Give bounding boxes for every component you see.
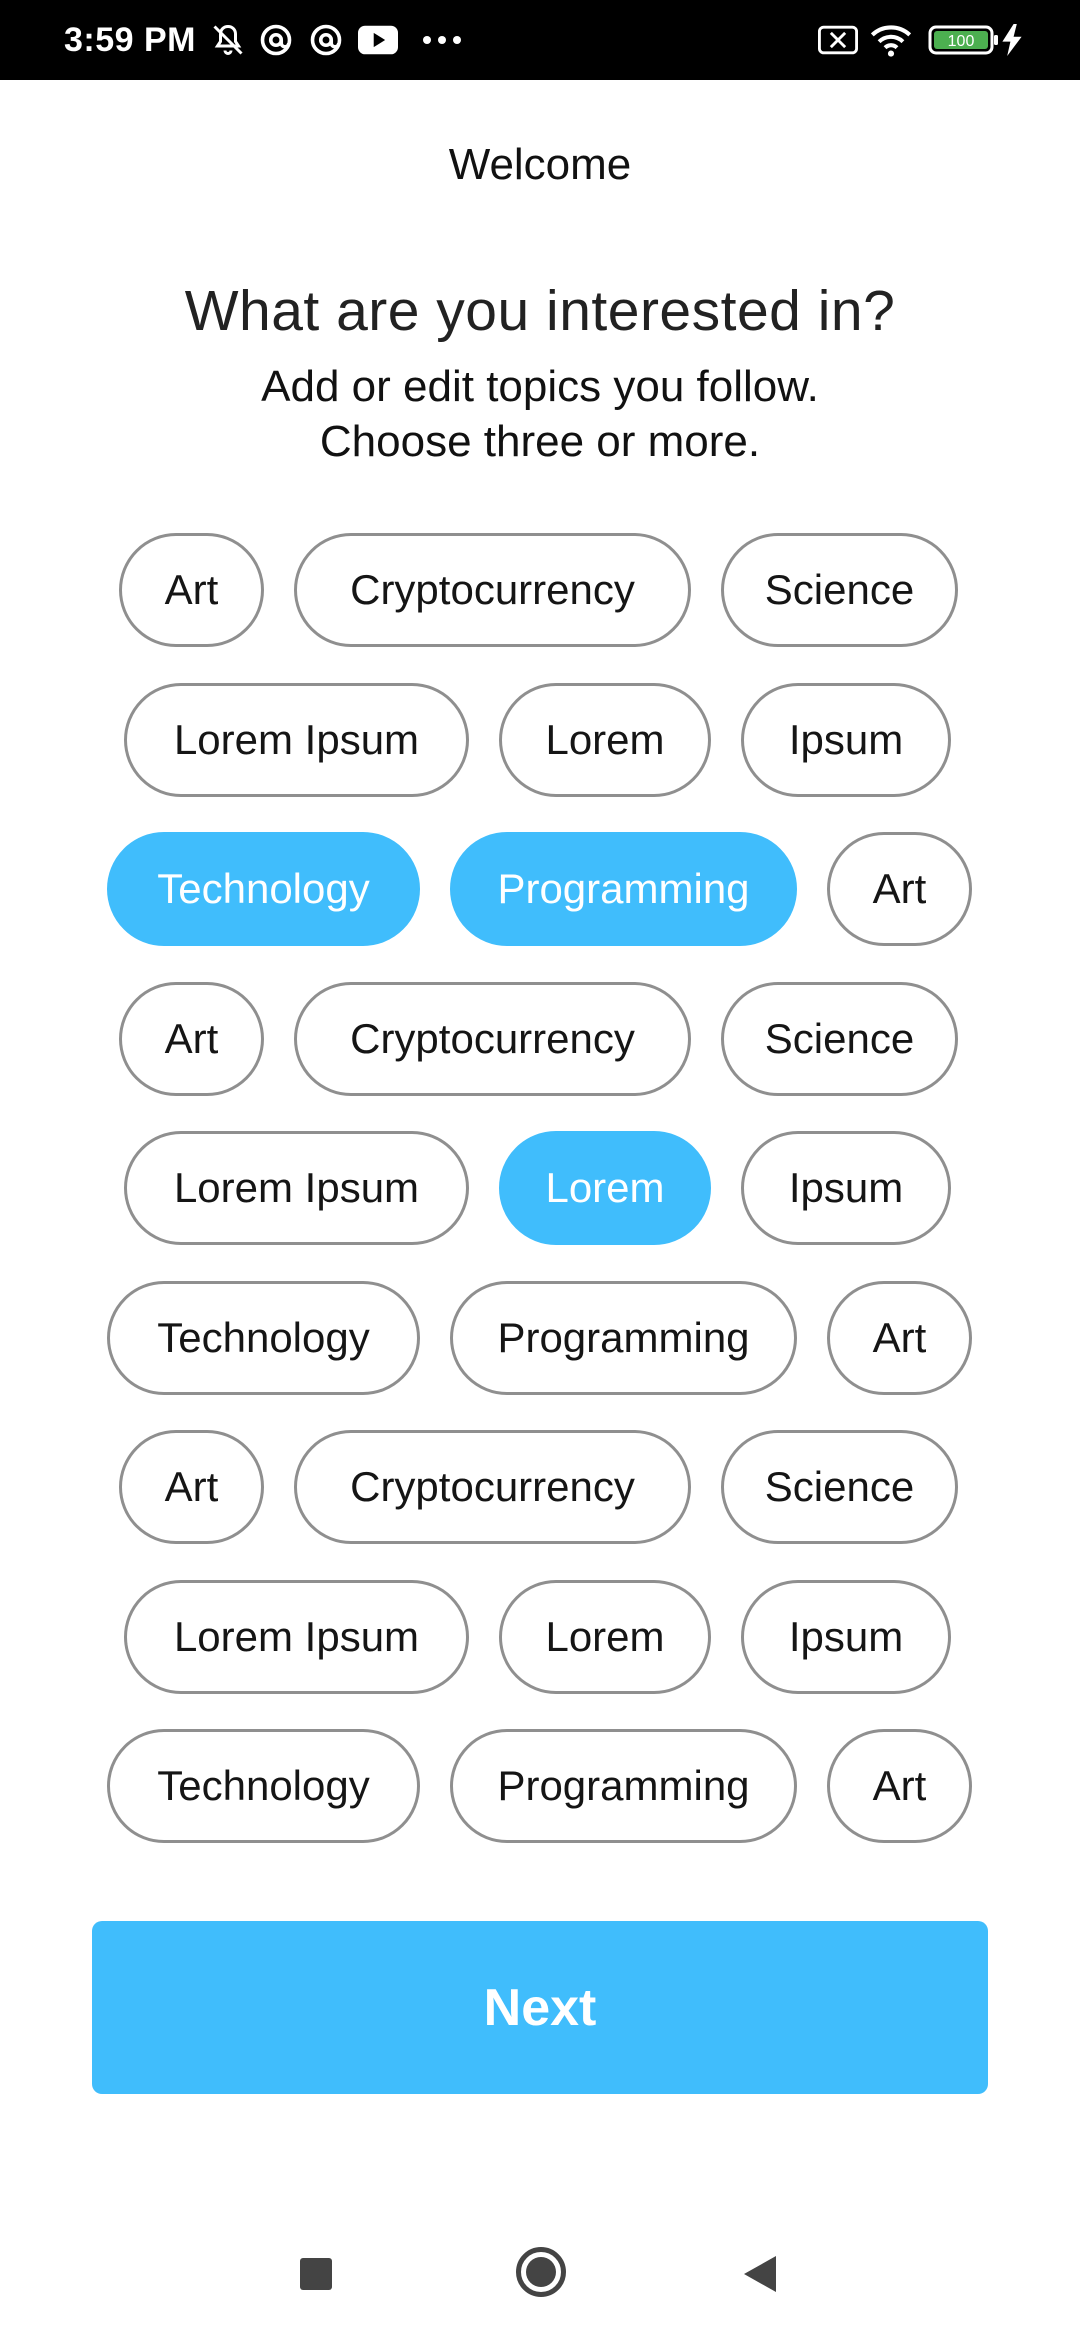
topic-chip[interactable]: Technology — [107, 1729, 420, 1843]
topic-chip[interactable]: Science — [721, 982, 958, 1096]
topic-chip[interactable]: Lorem Ipsum — [124, 1580, 469, 1694]
topic-chip[interactable]: Lorem Ipsum — [124, 683, 469, 797]
topic-chip[interactable]: Ipsum — [741, 683, 951, 797]
topic-chip[interactable]: Technology — [107, 1281, 420, 1395]
topic-chip[interactable]: Programming — [450, 832, 797, 946]
topic-chip[interactable]: Ipsum — [741, 1131, 951, 1245]
topic-chip[interactable]: Lorem — [499, 1131, 711, 1245]
topic-chip[interactable]: Cryptocurrency — [294, 533, 691, 647]
topic-chip[interactable]: Programming — [450, 1281, 797, 1395]
topic-chip[interactable]: Ipsum — [741, 1580, 951, 1694]
topic-chip[interactable]: Technology — [107, 832, 420, 946]
topic-chip[interactable]: Science — [721, 1430, 958, 1544]
recents-icon[interactable] — [300, 2258, 332, 2290]
topic-chip[interactable]: Lorem — [499, 1580, 711, 1694]
topic-chip[interactable]: Art — [827, 832, 972, 946]
next-button[interactable]: Next — [92, 1921, 988, 2094]
back-icon[interactable] — [742, 2254, 778, 2294]
topic-chip[interactable]: Programming — [450, 1729, 797, 1843]
topic-chip[interactable]: Lorem — [499, 683, 711, 797]
topic-chip[interactable]: Science — [721, 533, 958, 647]
topic-chip[interactable]: Cryptocurrency — [294, 1430, 691, 1544]
interests-screen: 3:59 PM 100 Welcome What are you interes… — [0, 0, 1080, 2340]
topic-chip[interactable]: Lorem Ipsum — [124, 1131, 469, 1245]
topic-chip-grid: Art Cryptocurrency Science Lorem Ipsum L… — [0, 0, 1080, 1900]
topic-chip[interactable]: Cryptocurrency — [294, 982, 691, 1096]
topic-chip[interactable]: Art — [827, 1281, 972, 1395]
topic-chip[interactable]: Art — [119, 533, 264, 647]
topic-chip[interactable]: Art — [119, 982, 264, 1096]
topic-chip[interactable]: Art — [827, 1729, 972, 1843]
system-nav-bar — [0, 2220, 1080, 2340]
topic-chip[interactable]: Art — [119, 1430, 264, 1544]
home-icon[interactable] — [516, 2247, 566, 2297]
